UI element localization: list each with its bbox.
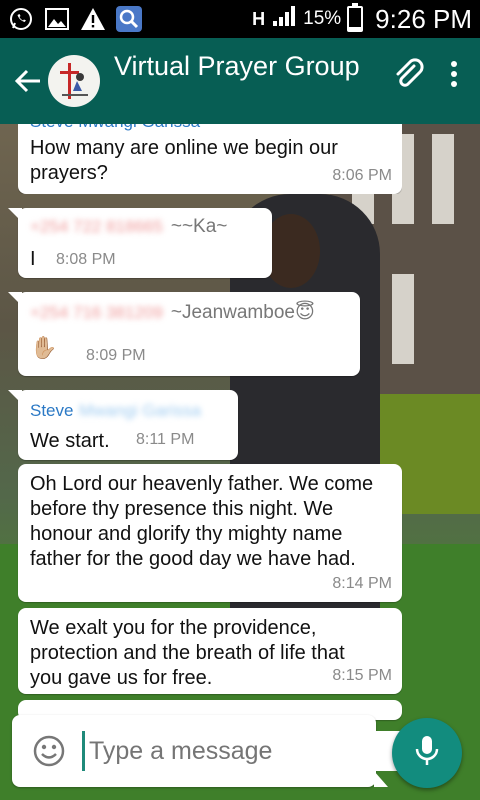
message-bubble[interactable]: Steve Mwangi Garissa We start. 8:11 PM [8,390,238,460]
message-text: ✋🏼 [30,335,58,360]
message-time: 8:08 PM [56,251,116,268]
back-arrow-icon[interactable] [8,68,48,94]
message-time: 8:06 PM [332,167,392,184]
message-sender-surname: Mwangi Garissa [79,401,201,420]
signal-icon [271,4,297,34]
attach-icon[interactable] [394,57,424,95]
message-composer [12,715,452,787]
search-app-icon [116,6,142,32]
gallery-icon [44,6,70,32]
chat-header: Virtual Prayer Group [0,38,480,124]
message-time: 8:09 PM [86,347,146,364]
chat-title[interactable]: Virtual Prayer Group [114,51,360,82]
message-time: 8:15 PM [332,667,392,684]
message-time: 8:14 PM [332,575,392,592]
battery-percent: 15% [303,8,342,29]
message-bubble[interactable]: +254 722 818665 ~~Ka~ I 8:08 PM [8,208,272,278]
more-options-icon[interactable] [450,60,458,93]
warning-icon [80,6,106,32]
message-bubble[interactable]: We exalt you for the providence, protect… [18,608,402,694]
message-time: 8:11 PM [136,431,195,448]
clock: 9:26 PM [375,3,472,34]
message-text: We start. [30,430,110,452]
message-sender: +254 716 381209 [30,303,163,322]
mic-button[interactable] [392,718,462,788]
sender-nickname: ~~Ka~ [170,216,228,237]
status-bar: H 15% 9:26 PM [0,0,480,38]
sender-nickname: ~Jeanwamboe😇 [170,302,315,323]
whatsapp-icon [8,6,34,32]
message-bubble[interactable]: Steve Mwangi Garissa How many are online… [18,124,402,194]
network-type: H [252,8,266,29]
battery-icon [347,3,364,32]
message-bubble[interactable]: Oh Lord our heavenly father. We come bef… [18,464,402,602]
message-sender: Steve [30,401,74,420]
emoji-icon[interactable] [32,734,66,768]
message-sender: +254 722 818665 [30,217,163,236]
mic-icon [414,734,440,773]
group-avatar[interactable] [48,55,100,107]
message-text: Oh Lord our heavenly father. We come bef… [30,473,374,570]
message-bubble[interactable]: +254 716 381209 ~Jeanwamboe😇 ✋🏼 8:09 PM [8,292,360,376]
message-input[interactable] [82,731,411,771]
